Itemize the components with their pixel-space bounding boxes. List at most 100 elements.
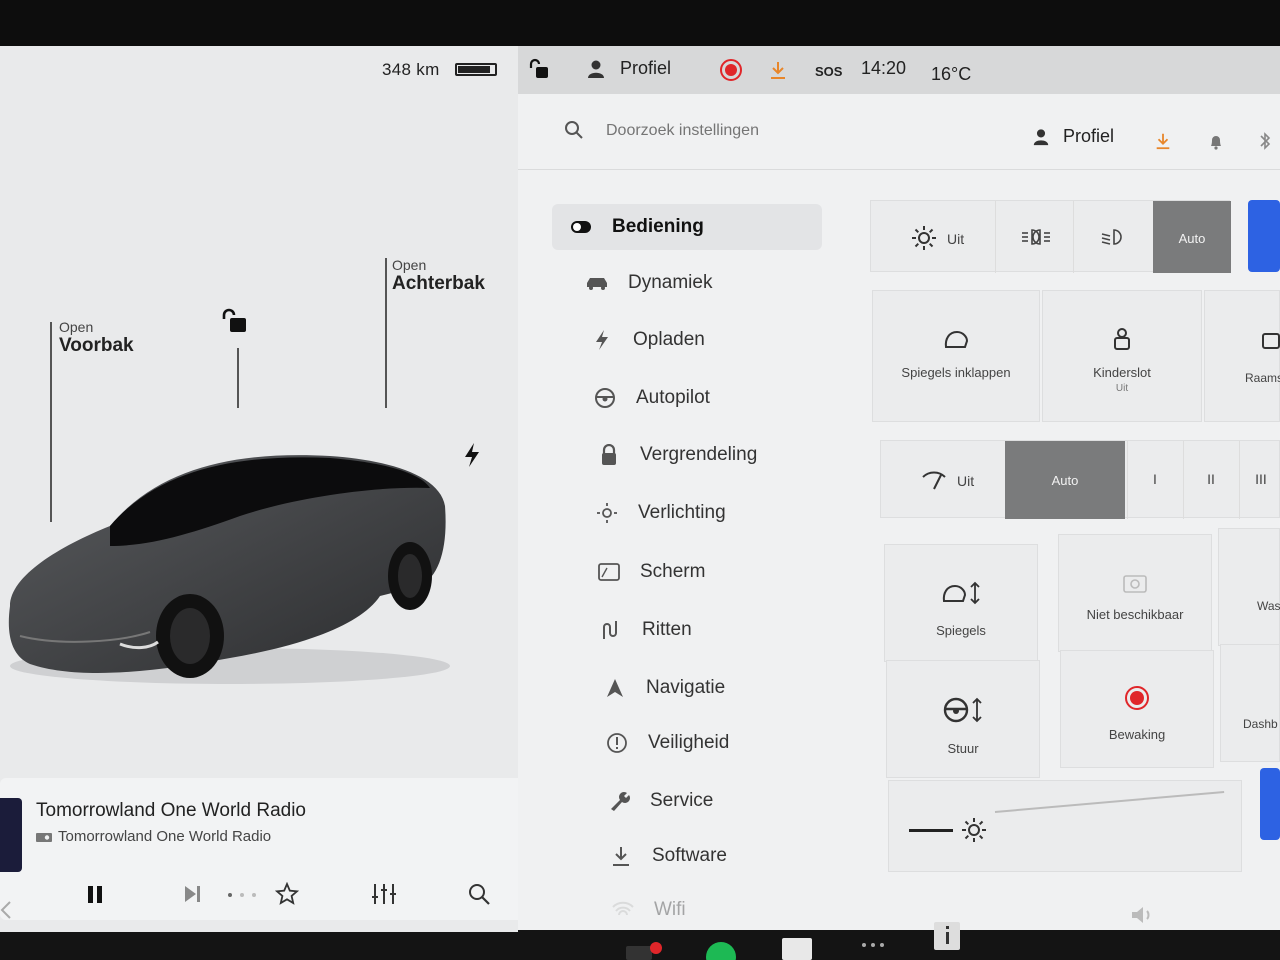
wipers-off-option[interactable]: Uit bbox=[881, 441, 1003, 519]
menu-item-autopilot[interactable]: Autopilot bbox=[576, 375, 710, 421]
wipers-auto-option[interactable]: Auto bbox=[1005, 441, 1125, 519]
mirrors-adjust-tile[interactable]: Spiegels bbox=[884, 544, 1038, 662]
wiper-speed-1-label: I bbox=[1153, 471, 1157, 487]
brightness-slider[interactable] bbox=[888, 780, 1242, 872]
menu-item-dynamiek[interactable]: Dynamiek bbox=[568, 260, 712, 306]
menu-item-label: Opladen bbox=[633, 329, 705, 350]
unlock-icon[interactable] bbox=[220, 308, 248, 334]
dashcam-label: Dashb bbox=[1243, 717, 1278, 731]
headlights-auto-option[interactable]: Auto bbox=[1153, 201, 1231, 273]
wipers-off-label: Uit bbox=[957, 473, 975, 489]
window-icon bbox=[1262, 333, 1280, 349]
vehicle-model-image bbox=[8, 455, 450, 684]
trunk-callout[interactable]: Open Achterbak bbox=[392, 257, 485, 295]
menu-item-service[interactable]: Service bbox=[590, 778, 713, 824]
menu-item-ritten[interactable]: Ritten bbox=[582, 607, 692, 653]
wash-tile[interactable]: Was bbox=[1218, 528, 1280, 646]
notification-bell-icon[interactable] bbox=[1208, 134, 1224, 150]
wiper-speed-1[interactable]: I bbox=[1127, 441, 1181, 519]
manual-info-icon[interactable] bbox=[930, 920, 964, 950]
wiper-speed-2-label: II bbox=[1207, 471, 1215, 487]
menu-item-wifi[interactable]: Wifi bbox=[594, 887, 686, 933]
menu-item-veiligheid[interactable]: Veiligheid bbox=[588, 720, 729, 766]
calendar-icon[interactable] bbox=[780, 936, 816, 960]
menu-item-label: Service bbox=[650, 790, 714, 811]
chevron-left-icon[interactable] bbox=[0, 900, 12, 920]
page-indicator bbox=[228, 893, 256, 897]
station-subtitle: Tomorrowland One World Radio bbox=[58, 828, 272, 845]
menu-item-verlichting[interactable]: Verlichting bbox=[578, 490, 726, 536]
pause-button[interactable] bbox=[78, 880, 112, 908]
trips-icon bbox=[598, 617, 624, 643]
mirrors-label: Spiegels bbox=[936, 623, 986, 638]
menu-item-label: Vergrendeling bbox=[640, 444, 758, 465]
sos-button[interactable]: SOS bbox=[815, 64, 842, 79]
headlights-off-label: Uit bbox=[947, 231, 965, 247]
frunk-callout[interactable]: Open Voorbak bbox=[59, 319, 134, 357]
screen-bezel-top bbox=[0, 0, 1280, 52]
software-update-icon[interactable] bbox=[768, 60, 788, 80]
menu-item-label: Ritten bbox=[642, 619, 692, 640]
download-icon bbox=[608, 843, 634, 869]
unavailable-tile: Niet beschikbaar bbox=[1058, 534, 1212, 652]
menu-item-scherm[interactable]: Scherm bbox=[580, 549, 705, 595]
menu-item-label: Dynamiek bbox=[628, 272, 713, 293]
radio-icon bbox=[36, 833, 52, 842]
menu-item-bediening[interactable]: Bediening bbox=[552, 204, 822, 250]
next-track-button[interactable] bbox=[175, 880, 209, 908]
low-beam-option[interactable] bbox=[1073, 201, 1151, 273]
lock-icon bbox=[596, 442, 622, 468]
navigation-icon bbox=[602, 675, 628, 701]
skip-next-icon bbox=[185, 886, 200, 902]
steering-adjust-tile[interactable]: Stuur bbox=[886, 660, 1040, 778]
menu-item-vergrendeling[interactable]: Vergrendeling bbox=[580, 432, 757, 478]
wiper-speed-3[interactable]: III bbox=[1239, 441, 1280, 519]
favorite-button[interactable] bbox=[270, 880, 304, 908]
settings-search-input[interactable] bbox=[606, 122, 906, 140]
profile-icon bbox=[588, 60, 604, 78]
equalizer-button[interactable] bbox=[367, 880, 401, 908]
software-update-icon[interactable] bbox=[1154, 132, 1172, 150]
menu-item-label: Software bbox=[652, 845, 727, 866]
more-apps-icon[interactable] bbox=[860, 940, 886, 950]
menu-item-label: Verlichting bbox=[638, 502, 726, 523]
menu-item-software[interactable]: Software bbox=[592, 833, 727, 879]
brightness-fill bbox=[909, 829, 953, 832]
mirror-adjust-icon bbox=[942, 581, 980, 605]
safety-icon bbox=[604, 730, 630, 756]
child-lock-tile[interactable]: Kinderslot Uit bbox=[1042, 290, 1202, 422]
dashcam-tile[interactable]: Dashb bbox=[1220, 644, 1280, 762]
parking-lights-option[interactable] bbox=[995, 201, 1073, 273]
blue-action-tile-2[interactable] bbox=[1260, 768, 1280, 840]
sentry-record-icon bbox=[1125, 686, 1149, 710]
lock-status-icon[interactable] bbox=[528, 58, 550, 80]
profile-label[interactable]: Profiel bbox=[620, 58, 671, 79]
fold-mirrors-tile[interactable]: Spiegels inklappen bbox=[872, 290, 1040, 422]
album-art[interactable] bbox=[0, 798, 22, 872]
charge-port-icon[interactable] bbox=[462, 442, 482, 468]
menu-item-label: Autopilot bbox=[636, 387, 710, 408]
wiper-speed-2[interactable]: II bbox=[1183, 441, 1237, 519]
headlights-off-option[interactable]: Uit bbox=[871, 201, 991, 273]
dashcam-dock-icon[interactable] bbox=[624, 940, 664, 960]
bluetooth-icon[interactable] bbox=[1258, 132, 1272, 150]
child-lock-icon bbox=[1114, 328, 1130, 350]
steering-label: Stuur bbox=[947, 741, 979, 756]
windows-label: Raams bbox=[1245, 371, 1280, 385]
dashcam-record-icon[interactable] bbox=[720, 59, 742, 81]
settings-pane: Profiel Bediening Dynamiek Opladen Autopilo… bbox=[518, 94, 1280, 930]
sentry-mode-tile[interactable]: Bewaking bbox=[1060, 650, 1214, 768]
windows-tile[interactable]: Raams bbox=[1204, 290, 1280, 422]
media-search-button[interactable] bbox=[462, 880, 496, 908]
wrench-icon bbox=[606, 788, 632, 814]
menu-item-navigatie[interactable]: Navigatie bbox=[586, 665, 725, 711]
menu-item-label: Wifi bbox=[654, 899, 686, 920]
settings-profile-label[interactable]: Profiel bbox=[1063, 126, 1114, 147]
volume-icon[interactable] bbox=[1130, 904, 1156, 926]
blue-action-tile[interactable] bbox=[1248, 200, 1280, 272]
menu-item-label: Veiligheid bbox=[648, 732, 730, 753]
menu-item-opladen[interactable]: Opladen bbox=[573, 317, 705, 363]
spotify-icon[interactable] bbox=[704, 940, 738, 960]
wiper-speed-3-label: III bbox=[1255, 471, 1267, 487]
menu-item-label: Navigatie bbox=[646, 677, 726, 698]
